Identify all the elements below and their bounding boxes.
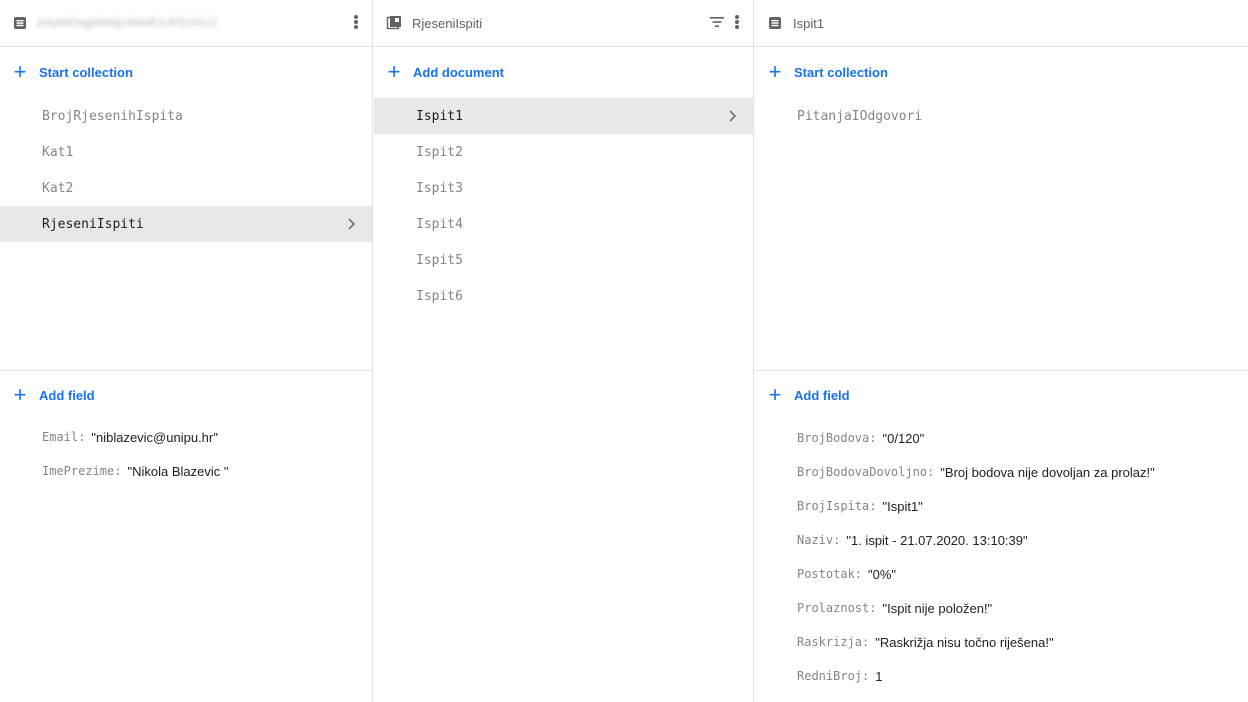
panel-header: jnkpMOiqgNMdpXkbaEXJPDVHU2 [0,0,372,47]
field-key: Postotak [797,567,855,581]
plus-icon: + [768,59,782,84]
more-vert-icon[interactable] [735,13,739,31]
document-label: Ispit3 [416,180,463,196]
field-list: BrojBodova: "0/120" BrojBodovaDovoljno: "B… [755,421,1248,693]
field-key: Naziv [797,533,834,547]
field-value: "1. ispit - 21.07.2020. 13:10:39" [846,532,1028,548]
subcollection-item[interactable]: PitanjaIOdgovori [755,98,1248,134]
document-item[interactable]: Ispit4 [374,206,753,242]
add-field-label: Add field [39,387,95,403]
field-key: Prolaznost [797,601,870,615]
field-value: 1 [875,668,883,684]
chevron-right-icon [729,110,737,122]
field-value: "niblazevic@unipu.hr" [91,429,218,445]
start-collection-label: Start collection [39,64,133,80]
add-document-label: Add document [413,64,504,80]
collection-label: Kat1 [42,144,74,160]
plus-icon: + [13,59,27,84]
document-label: Ispit6 [416,288,463,304]
field-row[interactable]: BrojIspita: "Ispit1" [755,489,1248,523]
add-field-button[interactable]: + Add field [755,379,1248,411]
field-value: "0/120" [882,430,925,446]
field-key: ImePrezime [42,464,115,478]
section-divider [0,370,372,371]
panel-header: RjeseniIspiti [374,0,753,47]
document-title: Ispit1 [793,15,825,31]
field-list: Email: "niblazevic@unipu.hr" ImePrezime:… [0,420,372,488]
field-key: Raskrizja [797,635,863,649]
start-collection-button[interactable]: + Start collection [755,56,1248,88]
field-value: "Ispit nije položen!" [882,600,993,616]
field-row[interactable]: Naziv: "1. ispit - 21.07.2020. 13:10:39" [755,523,1248,557]
plus-icon: + [768,382,782,407]
more-vert-icon[interactable] [354,13,358,31]
filter-icon[interactable] [709,15,725,29]
collection-panel: RjeseniIspiti + Add document Ispit1 Ispi… [374,0,754,702]
document-label: Ispit1 [416,108,463,124]
field-key: BrojBodova [797,431,870,445]
document-item[interactable]: Ispit6 [374,278,753,314]
field-row[interactable]: Postotak: "0%" [755,557,1248,591]
document-list: Ispit1 Ispit2 Ispit3 Ispit4 Ispit5 Ispit… [374,98,753,314]
document-item[interactable]: Ispit3 [374,170,753,206]
collection-list: BrojRjesenihIspita Kat1 Kat2 RjeseniIspi… [0,98,372,242]
field-value: "Broj bodova nije dovoljan za prolaz!" [940,464,1155,480]
start-collection-label: Start collection [794,64,888,80]
field-key: Email [42,430,79,444]
field-row[interactable]: RedniBroj:1 [755,659,1248,693]
field-value: "Ispit1" [882,498,923,514]
field-row[interactable]: Email: "niblazevic@unipu.hr" [0,420,372,454]
document-path-title: jnkpMOiqgNMdpXkbaEXJPDVHU2 [38,17,218,29]
collection-label: RjeseniIspiti [42,216,144,232]
field-row[interactable]: BrojBodova: "0/120" [755,421,1248,455]
field-row[interactable]: Raskrizja: "Raskrižja nisu točno riješena… [755,625,1248,659]
collection-item[interactable]: BrojRjesenihIspita [0,98,372,134]
subcollection-list: PitanjaIOdgovori [755,98,1248,134]
document-item[interactable]: Ispit5 [374,242,753,278]
plus-icon: + [13,382,27,407]
panel-header: Ispit1 [755,0,1248,47]
collection-item[interactable]: Kat1 [0,134,372,170]
start-collection-button[interactable]: + Start collection [0,56,372,88]
add-document-button[interactable]: + Add document [374,56,753,88]
field-value: "Nikola Blazevic " [127,463,229,479]
document-item[interactable]: Ispit2 [374,134,753,170]
field-key: RedniBroj [797,669,863,683]
field-value: "Raskrižja nisu točno riješena!" [875,634,1054,650]
field-value: "0%" [868,566,897,582]
field-key: BrojIspita [797,499,870,513]
add-field-button[interactable]: + Add field [0,379,372,411]
collection-item[interactable]: Kat2 [0,170,372,206]
field-key: BrojBodovaDovoljno [797,465,928,479]
section-divider [755,370,1248,371]
collection-icon [386,16,401,30]
document-label: Ispit2 [416,144,463,160]
document-icon [14,17,26,29]
document-item-selected[interactable]: Ispit1 [374,98,753,134]
collection-item-selected[interactable]: RjeseniIspiti [0,206,372,242]
chevron-right-icon [348,218,356,230]
collection-label: BrojRjesenihIspita [42,108,183,124]
field-row[interactable]: Prolaznost: "Ispit nije položen!" [755,591,1248,625]
field-row[interactable]: ImePrezime: "Nikola Blazevic " [0,454,372,488]
document-label: Ispit4 [416,216,463,232]
plus-icon: + [387,59,401,84]
add-field-label: Add field [794,387,850,403]
root-document-panel: jnkpMOiqgNMdpXkbaEXJPDVHU2 + Start colle… [0,0,373,702]
collection-title: RjeseniIspiti [412,15,483,31]
document-icon [769,17,781,29]
subcollection-label: PitanjaIOdgovori [797,108,923,124]
document-panel: Ispit1 + Start collection PitanjaIOdgovo… [755,0,1248,702]
collection-label: Kat2 [42,180,74,196]
field-row[interactable]: BrojBodovaDovoljno: "Broj bodova nije dov… [755,455,1248,489]
document-label: Ispit5 [416,252,463,268]
